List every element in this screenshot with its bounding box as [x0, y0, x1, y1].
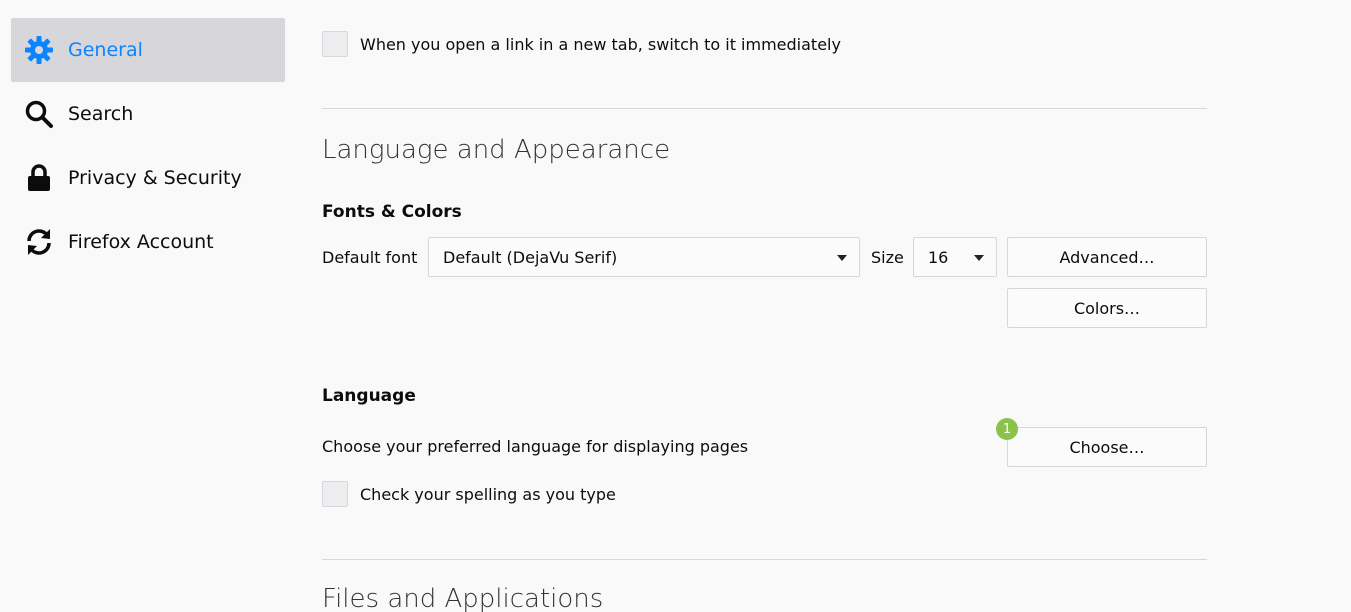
colors-button[interactable]: Colors… — [1007, 288, 1207, 328]
section-title-files-applications: Files and Applications — [322, 584, 604, 612]
sidebar-item-firefox-account[interactable]: Firefox Account — [11, 210, 285, 274]
choose-language-button[interactable]: Choose… — [1007, 427, 1207, 467]
sidebar-item-label: Privacy & Security — [68, 167, 242, 189]
sidebar-item-label: Search — [68, 103, 134, 125]
advanced-fonts-button[interactable]: Advanced… — [1007, 237, 1207, 277]
sidebar-item-label: General — [68, 39, 143, 61]
gear-icon — [25, 36, 53, 64]
spelling-row: Check your spelling as you type — [322, 481, 616, 507]
sidebar-item-label: Firefox Account — [68, 231, 214, 253]
spell-check-label: Check your spelling as you type — [360, 484, 616, 504]
language-title: Language — [322, 386, 416, 406]
font-size-label: Size — [871, 248, 904, 267]
section-title-language-appearance: Language and Appearance — [322, 135, 671, 165]
default-font-value: Default (DejaVu Serif) — [443, 247, 618, 267]
sidebar-item-general[interactable]: General — [11, 18, 285, 82]
main-content: When you open a link in a new tab, switc… — [322, 0, 1207, 612]
choose-language-label: Choose your preferred language for displ… — [322, 437, 749, 456]
sidebar-item-privacy-security[interactable]: Privacy & Security — [11, 146, 285, 210]
switch-new-tab-row: When you open a link in a new tab, switc… — [322, 31, 841, 57]
sync-icon — [27, 229, 51, 255]
preferences-window: General Search Privacy & Security Firefo… — [0, 0, 1351, 612]
step-badge: 1 — [996, 418, 1018, 440]
section-divider — [322, 559, 1207, 560]
default-font-label: Default font — [322, 248, 418, 267]
lock-icon — [28, 164, 50, 191]
sidebar: General Search Privacy & Security Firefo… — [0, 0, 300, 612]
font-size-value: 16 — [928, 247, 949, 267]
chevron-down-icon — [974, 255, 984, 261]
font-size-select[interactable]: 16 — [913, 237, 997, 277]
spell-check-checkbox[interactable] — [322, 481, 348, 507]
chevron-down-icon — [837, 255, 847, 261]
default-font-select[interactable]: Default (DejaVu Serif) — [428, 237, 860, 277]
switch-new-tab-checkbox[interactable] — [322, 31, 348, 57]
sidebar-item-search[interactable]: Search — [11, 82, 285, 146]
search-icon — [25, 100, 53, 128]
switch-new-tab-label: When you open a link in a new tab, switc… — [360, 34, 841, 54]
fonts-colors-title: Fonts & Colors — [322, 202, 462, 222]
section-divider — [322, 108, 1207, 109]
